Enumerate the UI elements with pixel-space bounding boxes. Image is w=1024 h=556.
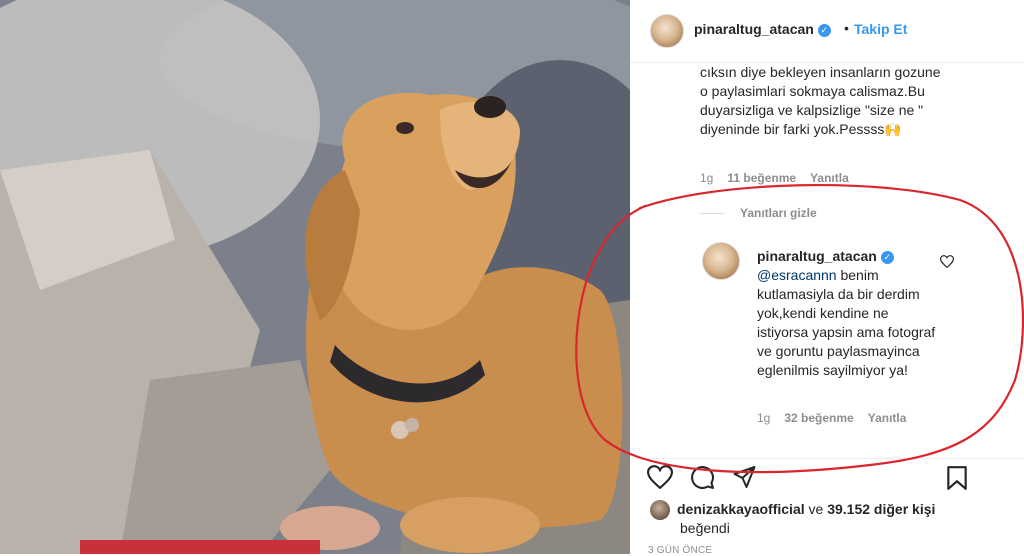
comment-time: 1g: [700, 171, 714, 185]
liker-avatar[interactable]: [650, 500, 670, 520]
reply-likes[interactable]: 32 beğenme: [784, 411, 853, 425]
reply-text: benim kutlamasiyla da bir derdim yok,ken…: [757, 267, 936, 378]
comment-body: cıksın diye bekleyen insanların gozune o…: [700, 64, 941, 137]
share-send-icon[interactable]: [732, 465, 757, 489]
reply-meta: 1g 32 beğenme Yanıtla: [757, 411, 920, 425]
save-bookmark-icon[interactable]: [946, 465, 968, 491]
comment-like-heart-icon[interactable]: [940, 255, 954, 268]
verified-badge-icon: ✓: [880, 251, 894, 264]
author-username-text[interactable]: pinaraltug_atacan: [694, 21, 814, 37]
reply-reply-button[interactable]: Yanıtla: [868, 411, 907, 425]
verified-badge-icon: ✓: [817, 24, 831, 37]
comment-bubble-icon[interactable]: [690, 465, 715, 490]
post-timestamp: 3 GÜN ÖNCE: [648, 545, 713, 556]
comment-reply-button[interactable]: Yanıtla: [810, 171, 849, 185]
follow-button[interactable]: Takip Et: [854, 21, 907, 37]
reply-username[interactable]: pinaraltug_atacan ✓: [757, 248, 894, 264]
comment-meta: 1g 11 beğenme Yanıtla: [700, 171, 863, 185]
comment-likes[interactable]: 11 beğenme: [727, 171, 796, 185]
post-actions: [630, 458, 1024, 499]
reply-username-text[interactable]: pinaraltug_atacan: [757, 248, 877, 264]
likes-others-count[interactable]: 39.152 diğer kişi: [827, 501, 935, 517]
author-avatar[interactable]: [650, 14, 684, 48]
reply-body: @esracannn benim kutlamasiyla da bir der…: [757, 266, 937, 380]
comments-panel: pinaraltug_atacan ✓ • Takip Et cıksın diy…: [630, 0, 1024, 556]
header-separator: •: [844, 20, 849, 36]
divider-line: [700, 213, 724, 215]
like-heart-icon[interactable]: [647, 465, 673, 489]
reply-time: 1g: [757, 411, 771, 425]
post-header: pinaraltug_atacan ✓ • Takip Et: [630, 0, 1024, 63]
hide-replies-label[interactable]: Yanıtları gizle: [740, 206, 817, 220]
reply-mention[interactable]: @esracannn: [757, 267, 837, 283]
likes-suffix: beğendi: [680, 520, 730, 536]
reply-avatar[interactable]: [702, 242, 740, 280]
likes-connector: ve: [804, 501, 828, 517]
dog-photo: [0, 0, 630, 554]
post-photo: [0, 0, 630, 554]
liker-username[interactable]: denizakkayaofficial: [677, 501, 805, 517]
hide-replies-button[interactable]: Yanıtları gizle: [700, 206, 817, 220]
author-username[interactable]: pinaraltug_atacan ✓: [694, 21, 831, 37]
